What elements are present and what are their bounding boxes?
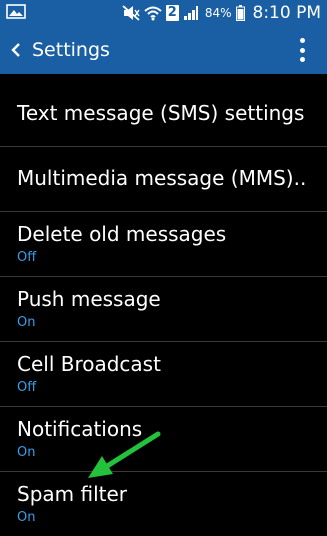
list-item-delete-old-messages[interactable]: Delete old messages Off bbox=[0, 212, 327, 277]
wifi-icon bbox=[144, 6, 162, 21]
list-item-status: On bbox=[17, 510, 36, 525]
list-item-title: Notifications bbox=[17, 417, 143, 441]
overflow-menu-icon[interactable] bbox=[297, 38, 307, 62]
action-bar: Settings bbox=[0, 26, 327, 74]
battery-percent: 84% bbox=[204, 6, 232, 20]
list-item-notifications[interactable]: Notifications On bbox=[0, 407, 327, 472]
sim-2-icon: 2 bbox=[165, 5, 179, 21]
list-item-title: Delete old messages bbox=[17, 222, 227, 246]
list-item-spam-filter[interactable]: Spam filter On bbox=[0, 472, 327, 536]
mute-icon bbox=[122, 5, 140, 21]
list-item-title: Cell Broadcast bbox=[17, 352, 161, 376]
list-item-sms-settings[interactable]: Text message (SMS) settings bbox=[0, 82, 327, 147]
page-title: Settings bbox=[32, 39, 110, 61]
image-icon bbox=[6, 4, 26, 19]
list-item-title: Text message (SMS) settings bbox=[17, 101, 305, 125]
list-item-title: Multimedia message (MMS).. bbox=[17, 166, 307, 190]
list-item-title: Spam filter bbox=[17, 482, 128, 506]
list-item-status: On bbox=[17, 445, 36, 460]
status-bar: 2 84% 8:10 PM bbox=[0, 0, 327, 26]
list-item-mms-settings[interactable]: Multimedia message (MMS).. bbox=[0, 147, 327, 212]
clock: 8:10 PM bbox=[252, 3, 322, 23]
list-item-status: Off bbox=[17, 380, 37, 395]
list-item-push-message[interactable]: Push message On bbox=[0, 277, 327, 342]
settings-list: Text message (SMS) settings Multimedia m… bbox=[0, 82, 327, 536]
list-item-status: On bbox=[17, 315, 36, 330]
list-item-status: Off bbox=[17, 250, 37, 265]
list-item-cell-broadcast[interactable]: Cell Broadcast Off bbox=[0, 342, 327, 407]
battery-icon bbox=[235, 5, 245, 21]
back-button[interactable]: Settings bbox=[0, 26, 120, 74]
status-icons: 2 84% 8:10 PM bbox=[122, 0, 321, 26]
signal-icon bbox=[183, 6, 198, 20]
back-chevron-icon bbox=[11, 43, 20, 57]
list-item-title: Push message bbox=[17, 287, 161, 311]
